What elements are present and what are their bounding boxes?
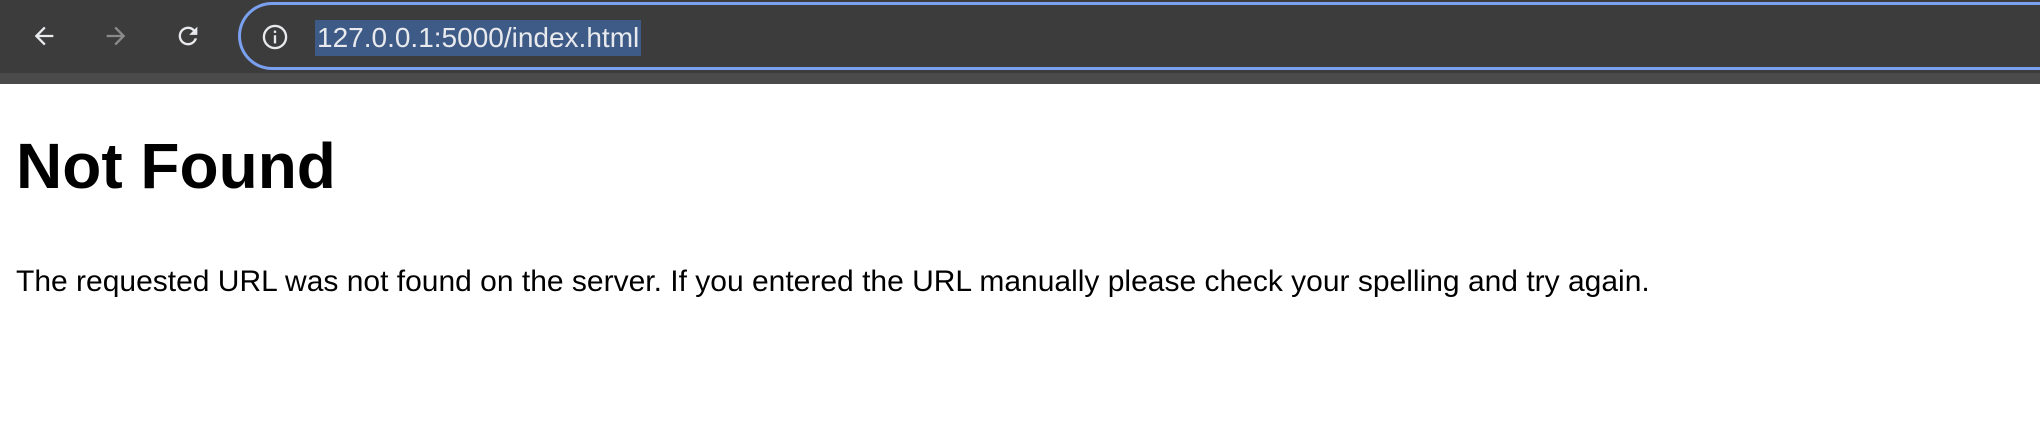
- forward-button[interactable]: [88, 16, 144, 56]
- page-title: Not Found: [16, 130, 336, 202]
- info-icon[interactable]: [261, 23, 289, 51]
- reload-button[interactable]: [160, 16, 216, 56]
- browser-toolbar: 127.0.0.1:5000/index.html: [0, 0, 2040, 84]
- back-arrow-icon: [34, 26, 54, 46]
- address-bar[interactable]: 127.0.0.1:5000/index.html: [238, 2, 2040, 70]
- back-button[interactable]: [16, 16, 72, 56]
- reload-icon: [178, 26, 198, 46]
- error-message: The requested URL was not found on the s…: [16, 265, 1650, 298]
- toolbar-divider: [0, 73, 2040, 84]
- forward-arrow-icon: [106, 26, 126, 46]
- page-content: Not Found The requested URL was not foun…: [0, 84, 2040, 448]
- url-text[interactable]: 127.0.0.1:5000/index.html: [315, 20, 642, 56]
